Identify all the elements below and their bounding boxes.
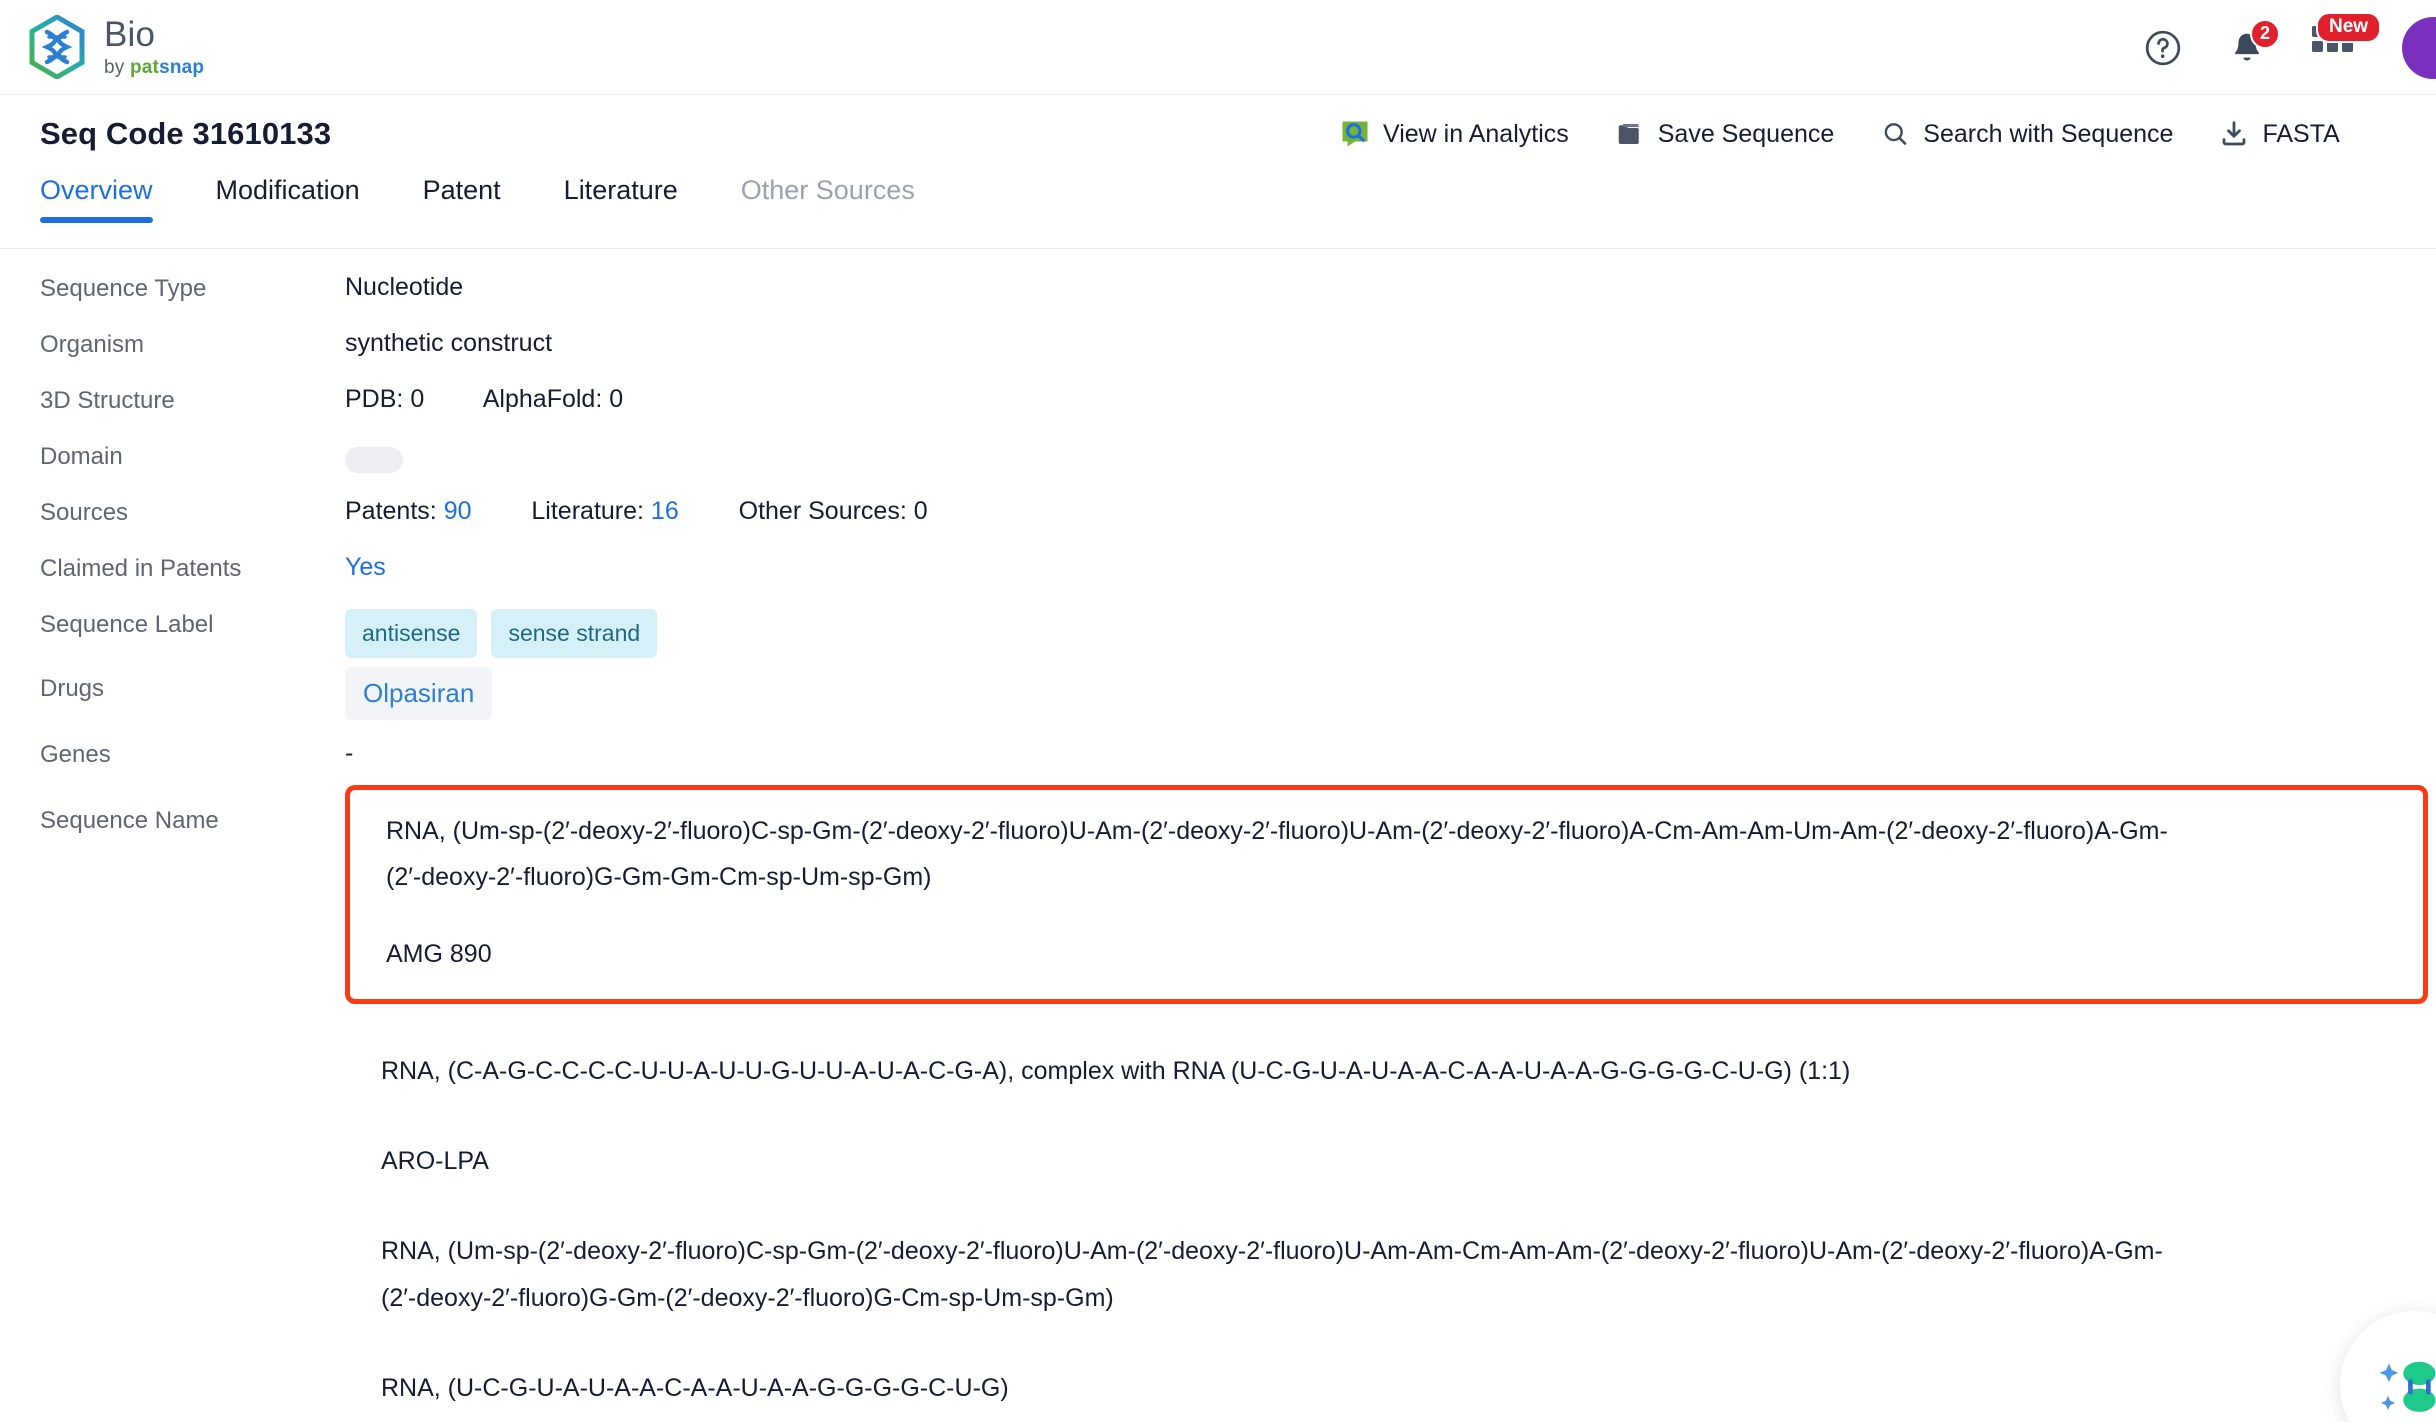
ai-sparkle-icon (2379, 1361, 2436, 1412)
new-badge: New (2316, 11, 2382, 43)
label-sequence-type: Sequence Type (40, 275, 207, 302)
notification-badge: 2 (2250, 18, 2280, 49)
save-sequence-label: Save Sequence (1657, 119, 1835, 148)
row-organism: Organism synthetic construct (40, 323, 2436, 379)
label-sequence-name: Sequence Name (40, 807, 219, 834)
brand-tagline: by patsnap (104, 58, 204, 77)
label-3d-structure: 3D Structure (40, 387, 175, 414)
label-domain: Domain (40, 443, 123, 470)
tab-literature[interactable]: Literature (564, 173, 678, 222)
sequence-line-2: RNA, (C-A-G-C-C-C-C-U-U-A-U-U-G-U-U-A-U-… (381, 1056, 1851, 1085)
value-sequence-label: antisense sense strand (345, 603, 2436, 659)
brand-name: Bio (104, 15, 156, 54)
label-claimed-in-patents: Claimed in Patents (40, 555, 242, 582)
row-sequence-type: Sequence Type Nucleotide (40, 267, 2436, 323)
fasta-label: FASTA (2262, 119, 2340, 148)
avatar[interactable] (2402, 16, 2436, 79)
sequence-line-4: RNA, (U-C-G-U-A-U-A-A-C-A-A-U-A-A-G-G-G-… (381, 1373, 1009, 1402)
tab-modification[interactable]: Modification (216, 173, 360, 222)
sequence-line-1-cont: (2′-deoxy-2′-fluoro)G-Gm-Gm-Cm-sp-Um-sp-… (386, 863, 932, 892)
label-genes: Genes (40, 741, 111, 768)
alphafold-value: 0 (609, 385, 624, 413)
overview-content: Sequence Type Nucleotide Organism synthe… (0, 249, 2436, 1422)
download-icon (2223, 121, 2246, 146)
literature-count-link[interactable]: 16 (651, 497, 679, 525)
label-drugs: Drugs (40, 675, 105, 702)
dna-hexagon-logo (29, 15, 85, 79)
apps-button[interactable]: New (2312, 11, 2382, 70)
tab-bar: Overview Modification Patent Literature … (0, 173, 2436, 249)
other-sources-label: Other Sources: (738, 497, 907, 525)
sequence-name-additional: RNA, (C-A-G-C-C-C-C-U-U-A-U-U-G-U-U-A-U-… (345, 1048, 2436, 1411)
brand-by: by (104, 57, 130, 78)
row-domain: Domain (40, 435, 2436, 491)
label-organism: Organism (40, 331, 145, 358)
sequence-label-tags: antisense sense strand (345, 607, 2436, 659)
pdb-label: PDB: (345, 385, 404, 413)
brand-logo-area[interactable]: Bio by patsnap (28, 15, 204, 79)
page-title: Seq Code 31610133 (40, 116, 332, 151)
search-with-sequence-button[interactable]: Search with Sequence (1880, 119, 2173, 149)
value-domain (345, 435, 2436, 483)
tab-other-sources: Other Sources (740, 175, 915, 205)
pdb-value: 0 (410, 385, 425, 413)
alphafold-label: AlphaFold: (482, 385, 603, 413)
sequence-line-3-cont: (2′-deoxy-2′-fluoro)G-Gm-(2′-deoxy-2′-fl… (381, 1283, 1114, 1312)
row-claimed-in-patents: Claimed in Patents Yes (40, 547, 2436, 603)
tab-overview[interactable]: Overview (40, 173, 153, 223)
value-3d-structure: PDB: 0 AlphaFold: 0 (345, 379, 2436, 417)
folder-icon (1618, 124, 1639, 144)
analytics-icon (1342, 121, 1368, 147)
value-claimed-in-patents[interactable]: Yes (345, 547, 2436, 585)
value-sequence-type: Nucleotide (345, 273, 464, 301)
brand-pat: pat (129, 57, 160, 78)
help-button[interactable] (2144, 29, 2182, 67)
bell-wrapper: 2 (2228, 18, 2280, 68)
sequence-name-values: RNA, (Um-sp-(2′-deoxy-2′-fluoro)C-sp-Gm-… (345, 785, 2436, 1411)
row-sequence-label: Sequence Label antisense sense strand (40, 603, 2436, 659)
row-sources: Sources Patents: 90 Literature: 16 Other… (40, 491, 2436, 547)
value-genes: - (345, 739, 354, 767)
drug-tag-olpasiran[interactable]: Olpasiran (345, 667, 493, 721)
sequence-name-highlight-box: RNA, (Um-sp-(2′-deoxy-2′-fluoro)C-sp-Gm-… (345, 785, 2428, 1004)
other-sources-value: 0 (913, 497, 928, 525)
top-bar: Bio by patsnap 2 New (0, 0, 2436, 95)
literature-label: Literature: (531, 497, 644, 525)
value-drugs: Olpasiran (345, 659, 2436, 721)
search-icon (1884, 123, 1907, 145)
value-sources: Patents: 90 Literature: 16 Other Sources… (345, 491, 2436, 529)
apps-wrapper: New (2312, 11, 2382, 70)
header-actions: View in Analytics Save Sequence Search w… (1340, 95, 2340, 173)
question-circle-icon (2145, 30, 2181, 65)
brand-snap: snap (159, 57, 205, 78)
view-in-analytics-button[interactable]: View in Analytics (1340, 119, 1569, 149)
view-in-analytics-label: View in Analytics (1383, 119, 1569, 148)
sequence-alias-amg890: AMG 890 (386, 939, 492, 968)
tag-antisense: antisense (345, 609, 478, 659)
tab-patent[interactable]: Patent (423, 173, 501, 222)
label-sequence-label: Sequence Label (40, 611, 214, 638)
patents-label: Patents: (345, 497, 437, 525)
row-sequence-name: Sequence Name RNA, (Um-sp-(2′-deoxy-2′-f… (40, 785, 2436, 1411)
domain-placeholder-pill (345, 447, 403, 473)
fasta-download-button[interactable]: FASTA (2219, 119, 2340, 149)
sequence-line-3: RNA, (Um-sp-(2′-deoxy-2′-fluoro)C-sp-Gm-… (381, 1237, 2163, 1266)
top-bar-actions: 2 New (2144, 0, 2436, 95)
row-genes: Genes - (40, 733, 2436, 785)
tag-sense-strand: sense strand (491, 609, 658, 659)
save-sequence-button[interactable]: Save Sequence (1615, 119, 1835, 149)
search-with-sequence-label: Search with Sequence (1923, 119, 2174, 148)
notifications-button[interactable]: 2 (2228, 18, 2280, 68)
sequence-line-1: RNA, (Um-sp-(2′-deoxy-2′-fluoro)C-sp-Gm-… (386, 817, 2168, 845)
label-sources: Sources (40, 499, 129, 526)
row-3d-structure: 3D Structure PDB: 0 AlphaFold: 0 (40, 379, 2436, 435)
value-organism: synthetic construct (345, 329, 553, 357)
sequence-alias-aro-lpa: ARO-LPA (381, 1147, 489, 1175)
patents-count-link[interactable]: 90 (444, 497, 472, 525)
page-header: Seq Code 31610133 View in Analytics Save… (0, 95, 2436, 173)
row-drugs: Drugs Olpasiran (40, 659, 2436, 733)
scrolled-row-clipped (40, 249, 2436, 267)
